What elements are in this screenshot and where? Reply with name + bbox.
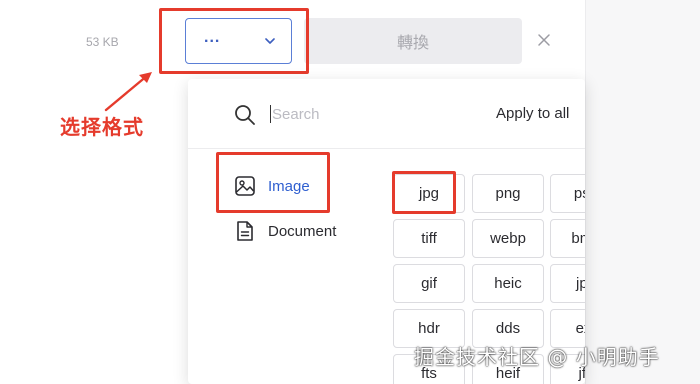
category-image[interactable]: Image xyxy=(234,175,310,197)
format-option-jpg[interactable]: jpg xyxy=(393,174,465,213)
search-icon xyxy=(235,105,255,125)
document-icon xyxy=(237,221,253,241)
file-size: 53 KB xyxy=(86,35,119,49)
format-option-gif[interactable]: gif xyxy=(393,264,465,303)
apply-to-all-label: Apply to all xyxy=(496,105,570,122)
format-option-webp[interactable]: webp xyxy=(472,219,544,258)
chevron-down-icon xyxy=(265,38,275,44)
format-option-exr[interactable]: exr xyxy=(550,309,585,348)
convert-button[interactable]: 轉換 xyxy=(304,18,522,64)
text-caret xyxy=(270,105,271,123)
format-select[interactable]: ... xyxy=(185,18,292,64)
category-document[interactable]: Document xyxy=(234,220,336,242)
format-select-value: ... xyxy=(204,29,221,46)
close-icon[interactable] xyxy=(536,32,552,48)
category-label: Document xyxy=(268,222,337,240)
format-option-heif[interactable]: heif xyxy=(472,354,544,384)
format-option-fts[interactable]: fts xyxy=(393,354,465,384)
format-option-jfif[interactable]: jfif xyxy=(550,354,585,384)
format-option-heic[interactable]: heic xyxy=(472,264,544,303)
side-strip xyxy=(585,0,700,384)
format-dropdown-panel: Apply to all Image Document jpg png psd … xyxy=(188,79,585,384)
format-option-jp2[interactable]: jp2 xyxy=(550,264,585,303)
image-icon xyxy=(235,176,255,196)
format-option-dds[interactable]: dds xyxy=(472,309,544,348)
format-option-bmp[interactable]: bmp xyxy=(550,219,585,258)
format-option-tiff[interactable]: tiff xyxy=(393,219,465,258)
format-option-png[interactable]: png xyxy=(472,174,544,213)
annotation-arrow-icon xyxy=(104,72,152,112)
search-input[interactable] xyxy=(272,101,432,127)
format-option-hdr[interactable]: hdr xyxy=(393,309,465,348)
annotation-label: 选择格式 xyxy=(60,115,144,139)
category-label: Image xyxy=(268,177,310,195)
format-option-psd[interactable]: psd xyxy=(550,174,585,213)
